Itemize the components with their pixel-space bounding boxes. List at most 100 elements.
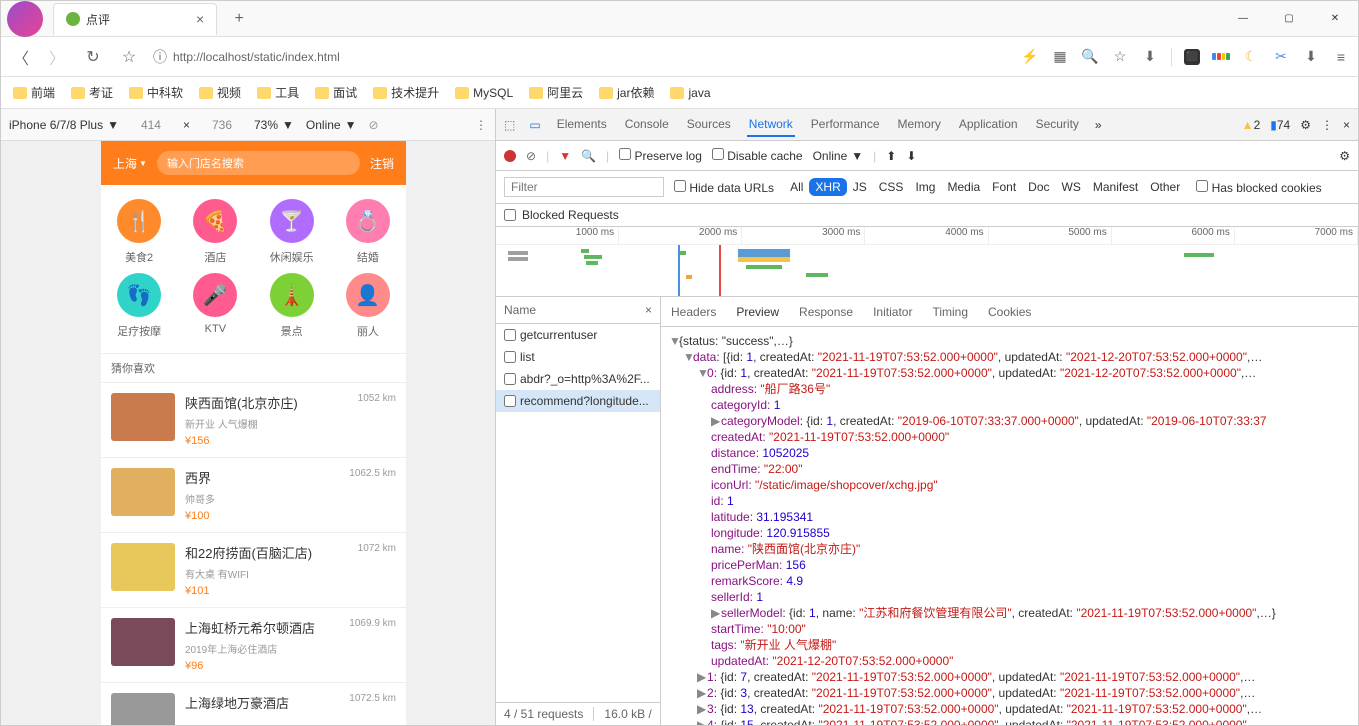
height-input[interactable] [202, 118, 242, 132]
filter-type-media[interactable]: Media [941, 178, 986, 196]
bookmark-item[interactable]: 工具 [257, 84, 299, 101]
devtools-tab-elements[interactable]: Elements [555, 113, 609, 137]
request-checkbox[interactable] [504, 329, 516, 341]
category-item[interactable]: 👤丽人 [330, 269, 406, 343]
category-item[interactable]: 🎤KTV [177, 269, 253, 343]
devtools-tab-sources[interactable]: Sources [685, 113, 733, 137]
settings-gear-icon[interactable]: ⚙ [1339, 149, 1350, 163]
disable-cache-checkbox[interactable]: Disable cache [712, 148, 803, 163]
message-badge[interactable]: ▮74 [1270, 118, 1290, 132]
devtools-tab-performance[interactable]: Performance [809, 113, 882, 137]
response-tab-timing[interactable]: Timing [932, 305, 968, 319]
gear-icon[interactable]: ⚙ [1300, 118, 1311, 132]
moon-icon[interactable]: ☾ [1242, 48, 1260, 66]
downloads-icon[interactable]: ⬇ [1302, 48, 1320, 66]
filter-type-manifest[interactable]: Manifest [1087, 178, 1144, 196]
filter-type-font[interactable]: Font [986, 178, 1022, 196]
new-tab-button[interactable]: + [225, 5, 253, 33]
device-select[interactable]: iPhone 6/7/8 Plus ▼ [9, 118, 119, 132]
upload-icon[interactable]: ⬆ [886, 149, 896, 163]
forward-button[interactable]: 〉 [45, 45, 69, 69]
close-panel-icon[interactable]: × [645, 303, 652, 317]
bookmark-item[interactable]: 考证 [71, 84, 113, 101]
preserve-log-checkbox[interactable]: Preserve log [619, 148, 702, 163]
bookmark-item[interactable]: MySQL [455, 86, 513, 100]
close-icon[interactable]: × [196, 11, 204, 27]
search-input[interactable]: 输入门店名搜索 [157, 151, 360, 175]
waterfall-timeline[interactable]: 1000 ms2000 ms3000 ms4000 ms5000 ms6000 … [496, 227, 1358, 297]
bookmark-item[interactable]: 面试 [315, 84, 357, 101]
responsive-icon[interactable]: ▭ [529, 118, 540, 132]
login-link[interactable]: 注销 [370, 155, 394, 172]
close-devtools-icon[interactable]: × [1343, 118, 1350, 132]
reload-button[interactable]: ↻ [81, 45, 105, 69]
throttle-select[interactable]: Online ▼ [813, 149, 864, 163]
city-selector[interactable]: 上海▼ [113, 155, 147, 172]
warning-badge[interactable]: ▲2 [1242, 118, 1261, 132]
filter-icon[interactable]: ▼ [559, 149, 571, 163]
devtools-tab-security[interactable]: Security [1034, 113, 1081, 137]
filter-type-other[interactable]: Other [1144, 178, 1186, 196]
filter-type-css[interactable]: CSS [873, 178, 910, 196]
bookmark-item[interactable]: 阿里云 [529, 84, 583, 101]
shop-item[interactable]: 上海虹桥元希尔顿酒店2019年上海必住酒店¥961069.9 km [101, 607, 406, 682]
width-input[interactable] [131, 118, 171, 132]
download-icon[interactable]: ⬇ [1141, 48, 1159, 66]
bookmark-item[interactable]: java [670, 86, 710, 100]
menu-icon[interactable]: ≡ [1332, 48, 1350, 66]
request-item[interactable]: abdr?_o=http%3A%2F... [496, 368, 660, 390]
kebab-icon[interactable]: ⋮ [1321, 118, 1333, 132]
category-item[interactable]: 👣足疗按摩 [101, 269, 177, 343]
category-item[interactable]: 🍴美食2 [101, 195, 177, 269]
search-icon[interactable]: 🔍 [581, 149, 596, 163]
minimize-button[interactable]: — [1220, 1, 1266, 37]
google-icon[interactable] [1212, 48, 1230, 66]
qr-icon[interactable]: ▦ [1051, 48, 1069, 66]
filter-type-ws[interactable]: WS [1056, 178, 1087, 196]
lightning-icon[interactable]: ⚡ [1021, 48, 1039, 66]
shop-item[interactable]: 上海绿地万豪酒店1072.5 km [101, 682, 406, 725]
filter-type-all[interactable]: All [784, 178, 809, 196]
response-tab-headers[interactable]: Headers [671, 305, 716, 319]
zoom-select[interactable]: 73% ▼ [254, 118, 294, 132]
more-tabs-icon[interactable]: » [1095, 118, 1102, 132]
bookmark-item[interactable]: 中科软 [129, 84, 183, 101]
filter-type-img[interactable]: Img [909, 178, 941, 196]
category-item[interactable]: 💍结婚 [330, 195, 406, 269]
close-button[interactable]: ✕ [1312, 1, 1358, 37]
name-column-header[interactable]: Name× [496, 297, 660, 324]
ext-icon[interactable]: ⬛ [1184, 49, 1200, 65]
request-item[interactable]: recommend?longitude... [496, 390, 660, 412]
url-field[interactable]: ⓘ http://localhost/static/index.html [153, 47, 1009, 67]
inspect-icon[interactable]: ⬚ [504, 118, 515, 132]
filter-type-js[interactable]: JS [847, 178, 873, 196]
category-item[interactable]: 🍕酒店 [177, 195, 253, 269]
bookmark-item[interactable]: 技术提升 [373, 84, 439, 101]
response-tab-preview[interactable]: Preview [736, 305, 779, 319]
devtools-tab-console[interactable]: Console [623, 113, 671, 137]
browser-tab[interactable]: 点评 × [53, 3, 217, 35]
download-icon[interactable]: ⬇ [906, 149, 916, 163]
shop-item[interactable]: 和22府捞面(百脑汇店)有大桌 有WIFI¥1011072 km [101, 532, 406, 607]
response-tab-cookies[interactable]: Cookies [988, 305, 1031, 319]
scissors-icon[interactable]: ✂ [1272, 48, 1290, 66]
maximize-button[interactable]: ▢ [1266, 1, 1312, 37]
filter-type-doc[interactable]: Doc [1022, 178, 1055, 196]
request-checkbox[interactable] [504, 373, 516, 385]
back-button[interactable]: 〈 [9, 45, 33, 69]
category-item[interactable]: 🍸休闲娱乐 [254, 195, 330, 269]
devtools-tab-memory[interactable]: Memory [896, 113, 943, 137]
filter-type-xhr[interactable]: XHR [809, 178, 846, 196]
has-blocked-checkbox[interactable]: Has blocked cookies [1196, 180, 1321, 195]
response-tab-initiator[interactable]: Initiator [873, 305, 912, 319]
clear-button[interactable]: ⊘ [526, 149, 536, 163]
devtools-tab-application[interactable]: Application [957, 113, 1020, 137]
bookmark-item[interactable]: 视频 [199, 84, 241, 101]
request-checkbox[interactable] [504, 395, 516, 407]
request-item[interactable]: getcurrentuser [496, 324, 660, 346]
rotate-icon[interactable]: ⊘ [368, 118, 378, 132]
shop-item[interactable]: 陕西面馆(北京亦庄)新开业 人气爆棚¥1561052 km [101, 382, 406, 457]
request-checkbox[interactable] [504, 351, 516, 363]
response-tab-response[interactable]: Response [799, 305, 853, 319]
bookmark-item[interactable]: jar依赖 [599, 84, 654, 101]
